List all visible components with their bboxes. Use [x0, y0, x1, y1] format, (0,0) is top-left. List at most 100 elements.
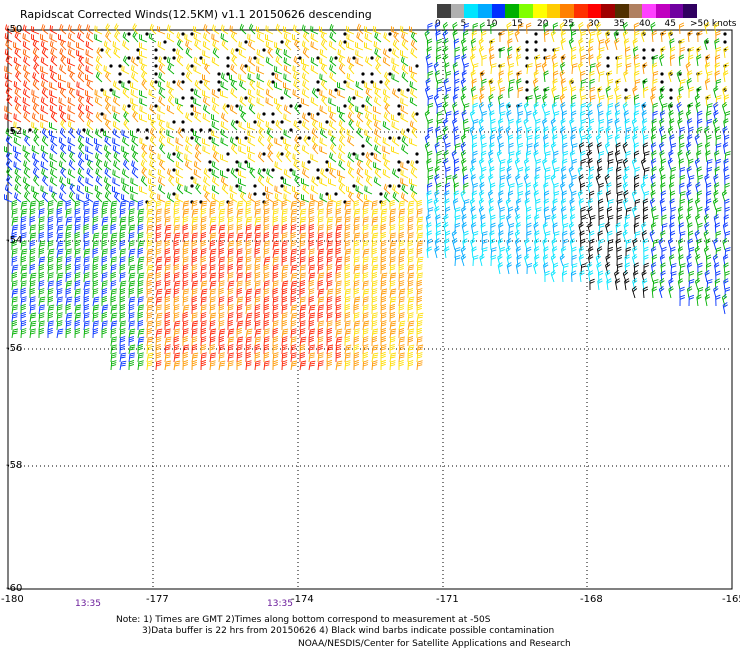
wind-barb [256, 89, 265, 99]
wind-barb-calm-dot [606, 56, 610, 60]
wind-barb [137, 287, 143, 299]
wind-barb-calm-dot [406, 88, 410, 92]
wind-barb [589, 95, 596, 107]
wind-barb [220, 128, 229, 139]
wind-barb [328, 97, 337, 107]
wind-barb [290, 264, 298, 275]
wind-barb [598, 71, 605, 83]
wind-barb-calm-dot [181, 32, 185, 36]
wind-barb [640, 29, 647, 43]
wind-barb [310, 41, 319, 51]
wind-barb [389, 199, 395, 210]
wind-barb [409, 137, 418, 147]
wind-barb [182, 296, 189, 307]
wind-barb [182, 359, 189, 371]
wind-barb [121, 168, 130, 179]
wind-barb [472, 63, 479, 75]
wind-barb [119, 360, 127, 371]
wind-barb [416, 336, 423, 347]
wind-barb [389, 264, 396, 275]
wind-barb [454, 166, 460, 179]
wind-barb [227, 319, 233, 331]
wind-barb [328, 178, 337, 187]
wind-barb [436, 182, 442, 195]
wind-barb [157, 113, 166, 123]
wind-barb [211, 33, 220, 43]
wind-barb [607, 118, 613, 131]
wind-barb [517, 142, 524, 155]
wind-barb-calm-dot [397, 160, 401, 164]
wind-barb [22, 48, 31, 59]
wind-barb-calm-dot [370, 152, 374, 156]
wind-barb [182, 280, 189, 291]
wind-barb [13, 161, 22, 171]
wind-barb [481, 110, 487, 123]
wind-barb [200, 255, 206, 267]
wind-barb [336, 106, 346, 115]
wind-barb [20, 264, 28, 275]
wind-barb [112, 177, 121, 187]
wind-barb-calm-dot [226, 104, 230, 108]
wind-barb [533, 262, 539, 275]
wind-barb-calm-dot [100, 48, 104, 52]
wind-barb-calm-dot [669, 88, 673, 92]
wind-barb [317, 311, 323, 323]
wind-barb [598, 126, 604, 139]
wind-barb [442, 22, 449, 35]
wind-barb [202, 138, 211, 147]
wind-barb [38, 312, 45, 323]
wind-barb [544, 215, 551, 227]
wind-barb [407, 303, 414, 315]
wind-barb [542, 157, 548, 171]
wind-barb [409, 96, 418, 107]
wind-barb-calm-dot [100, 128, 104, 132]
wind-barb [20, 287, 26, 298]
wind-barb [526, 22, 532, 35]
wind-barb [200, 272, 207, 283]
wind-barb-calm-dot [190, 184, 194, 188]
wind-barb [326, 280, 333, 291]
wind-barb [688, 158, 694, 171]
wind-barb [344, 279, 351, 291]
wind-barb [356, 32, 364, 43]
wind-barb [616, 94, 622, 107]
wind-barb [472, 230, 479, 243]
wind-barb-calm-dot [280, 184, 284, 188]
wind-barb [265, 88, 274, 99]
wind-barb [220, 169, 229, 179]
wind-barb-calm-dot [118, 64, 122, 68]
wind-barb [110, 207, 117, 219]
wind-barb [266, 176, 274, 187]
wind-barb [526, 262, 533, 275]
wind-barb-calm-dot [316, 56, 320, 60]
wind-barb [371, 200, 378, 211]
wind-barb [335, 207, 342, 219]
wind-barb [335, 271, 341, 283]
wind-barb-calm-dot [370, 72, 374, 76]
wind-barb-calm-dot [145, 136, 149, 140]
wind-barb [696, 54, 702, 67]
wind-barb-calm-dot [397, 184, 401, 188]
wind-barb [20, 223, 26, 234]
wind-barb [371, 208, 379, 219]
wind-barb [624, 278, 630, 291]
wind-barb [688, 278, 695, 291]
wind-barb [65, 303, 71, 314]
wind-barb [175, 177, 184, 187]
wind-barb [580, 54, 586, 67]
wind-barb [335, 328, 343, 339]
wind-barb [697, 70, 703, 83]
wind-barb [687, 30, 693, 43]
wind-barb [299, 224, 306, 235]
wind-barb [175, 137, 184, 147]
wind-barb [571, 174, 577, 187]
wind-barb [580, 30, 586, 43]
wind-barb-calm-dot [136, 128, 140, 132]
wind-barb [624, 134, 631, 147]
wind-barb [119, 272, 126, 283]
wind-barb [265, 97, 274, 107]
wind-barb-calm-dot [307, 160, 311, 164]
wind-barb [479, 254, 485, 267]
wind-barb [40, 96, 49, 107]
wind-barb [490, 63, 497, 75]
